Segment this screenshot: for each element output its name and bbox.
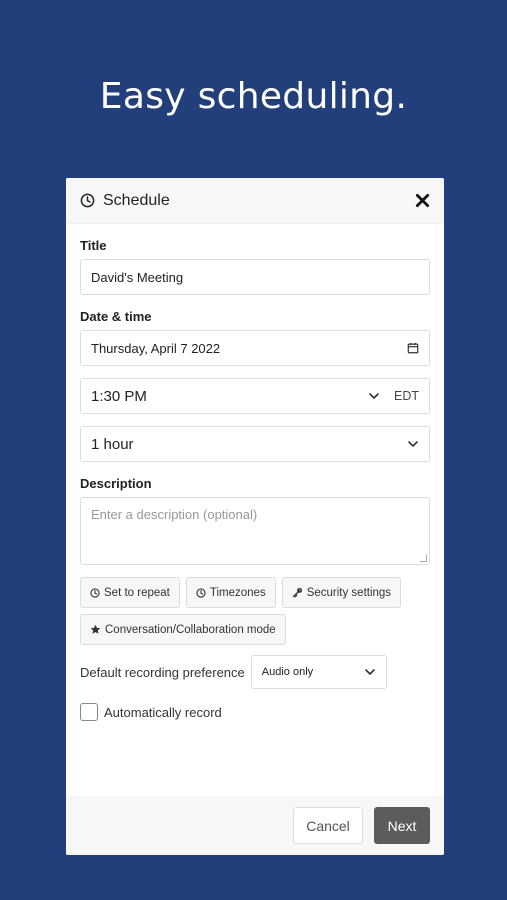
chevron-down-icon: [368, 390, 380, 402]
security-settings-button[interactable]: Security settings: [281, 577, 402, 608]
star-icon: [90, 624, 101, 634]
time-value: 1:30 PM: [91, 387, 147, 405]
key-icon: [292, 587, 302, 598]
clock-icon: [196, 587, 206, 598]
recording-row: Default recording preference Audio only: [80, 655, 430, 689]
auto-record-row: Automatically record: [80, 703, 430, 721]
security-settings-label: Security settings: [306, 586, 392, 599]
resize-handle[interactable]: [420, 555, 427, 562]
schedule-dialog: Schedule Title Date & time Thursday, Apr…: [66, 178, 444, 855]
collaboration-mode-button[interactable]: Conversation/Collaboration mode: [80, 614, 286, 645]
options-row: Set to repeat Timezones Security setting…: [80, 577, 430, 645]
set-to-repeat-button[interactable]: Set to repeat: [80, 577, 180, 608]
clock-icon: [80, 193, 95, 208]
clock-icon: [90, 587, 100, 598]
dialog-title: Schedule: [103, 191, 170, 209]
next-button[interactable]: Next: [374, 807, 430, 844]
timezones-button[interactable]: Timezones: [185, 577, 276, 608]
auto-record-label: Automatically record: [104, 704, 222, 720]
collaboration-mode-label: Conversation/Collaboration mode: [105, 623, 276, 636]
close-icon: [415, 193, 429, 208]
date-value: Thursday, April 7 2022: [91, 340, 221, 356]
description-field[interactable]: [80, 497, 430, 565]
chevron-down-icon: [407, 438, 419, 450]
headline: Easy scheduling.: [99, 76, 408, 117]
duration-select[interactable]: 1 hour: [80, 426, 430, 462]
set-to-repeat-label: Set to repeat: [104, 586, 170, 599]
recording-label: Default recording preference: [80, 664, 245, 680]
dialog-body: Title Date & time Thursday, April 7 2022…: [66, 224, 444, 721]
cancel-button[interactable]: Cancel: [293, 807, 363, 844]
close-button[interactable]: [412, 191, 432, 211]
calendar-icon[interactable]: [407, 342, 419, 354]
title-label: Title: [80, 238, 107, 253]
date-field[interactable]: Thursday, April 7 2022: [80, 330, 430, 366]
title-field[interactable]: [80, 259, 430, 295]
description-label: Description: [80, 476, 152, 491]
title-input[interactable]: [91, 269, 419, 285]
description-input[interactable]: [91, 507, 419, 555]
datetime-label: Date & time: [80, 309, 152, 324]
timezone-label: EDT: [394, 389, 419, 403]
timezones-label: Timezones: [209, 586, 266, 599]
recording-select[interactable]: Audio only: [250, 655, 387, 689]
chevron-down-icon: [364, 666, 376, 678]
recording-value: Audio only: [261, 666, 314, 678]
dialog-header: Schedule: [66, 178, 444, 224]
auto-record-checkbox[interactable]: [80, 703, 98, 721]
dialog-footer: Cancel Next: [66, 796, 444, 855]
duration-value: 1 hour: [91, 435, 134, 453]
time-select[interactable]: 1:30 PM EDT: [80, 378, 430, 414]
